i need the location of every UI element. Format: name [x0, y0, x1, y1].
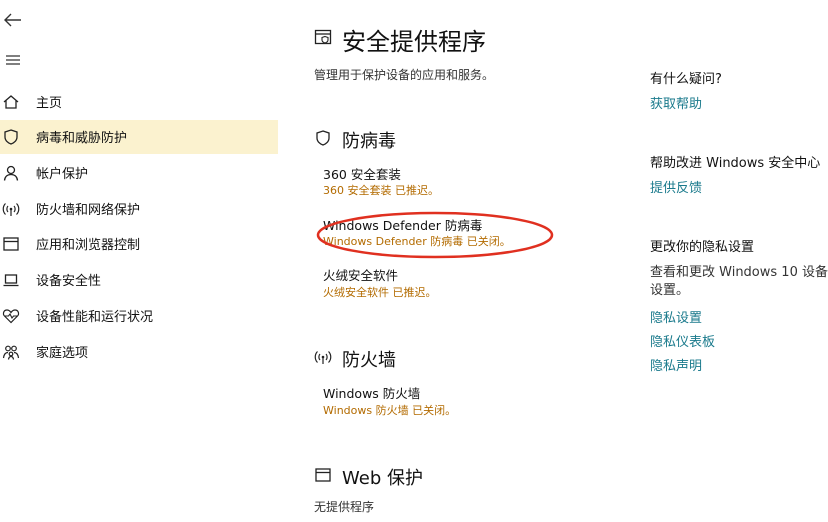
wifi-signal-icon	[314, 351, 332, 364]
privacy-text-line2: 设置。	[650, 283, 690, 298]
menu-button[interactable]	[2, 51, 24, 69]
provider-status: Windows 防火墙 已关闭。	[323, 404, 457, 417]
provider-status: 火绒安全软件 已推迟。	[323, 286, 437, 299]
provider-status: 360 安全套装 已推迟。	[323, 184, 439, 197]
provider-name: 360 安全套装	[323, 167, 401, 182]
home-icon	[3, 95, 19, 109]
give-feedback-link[interactable]: 提供反馈	[650, 177, 702, 196]
back-arrow-icon	[4, 13, 21, 27]
antivirus-section-title: 防病毒	[342, 131, 396, 152]
sidebar-item-device-security[interactable]: 设备安全性	[0, 263, 278, 297]
sidebar-item-label: 主页	[36, 96, 63, 111]
provider-name: 火绒安全软件	[323, 268, 399, 283]
web-protection-section-title: Web 保护	[342, 468, 423, 489]
privacy-statement-link[interactable]: 隐私声明	[650, 355, 702, 374]
sidebar-item-home[interactable]: 主页	[0, 85, 278, 119]
privacy-dashboard-link[interactable]: 隐私仪表板	[650, 331, 715, 350]
get-help-link[interactable]: 获取帮助	[650, 93, 702, 112]
wifi-signal-icon	[2, 203, 20, 216]
sidebar-item-label: 应用和浏览器控制	[36, 238, 141, 253]
sidebar-item-label: 设备安全性	[36, 274, 102, 289]
privacy-heading: 更改你的隐私设置	[650, 240, 755, 255]
shield-icon	[316, 130, 330, 146]
laptop-icon	[3, 274, 19, 287]
sidebar-item-label: 防火墙和网络保护	[36, 203, 141, 218]
page-subtitle: 管理用于保护设备的应用和服务。	[314, 68, 495, 82]
app-window-icon	[3, 237, 19, 251]
questions-heading: 有什么疑问?	[650, 72, 722, 87]
sidebar-item-virus-protection[interactable]: 病毒和威胁防护	[0, 120, 278, 154]
sidebar-item-label: 设备性能和运行状况	[36, 310, 154, 325]
sidebar-item-app-browser-control[interactable]: 应用和浏览器控制	[0, 227, 278, 261]
security-providers-icon	[314, 29, 332, 45]
sidebar-item-account-protection[interactable]: 帐户保护	[0, 156, 278, 190]
family-icon	[2, 345, 20, 360]
back-button[interactable]	[2, 10, 24, 30]
privacy-text-line1: 查看和更改 Windows 10 设备的隐私	[650, 265, 828, 280]
sidebar-item-device-performance[interactable]: 设备性能和运行状况	[0, 299, 278, 333]
firewall-section-title: 防火墙	[342, 350, 396, 371]
heart-pulse-icon	[2, 309, 20, 324]
sidebar-item-firewall[interactable]: 防火墙和网络保护	[0, 192, 278, 226]
hamburger-menu-icon	[6, 55, 20, 65]
sidebar-item-family-options[interactable]: 家庭选项	[0, 335, 278, 369]
annotation-ellipse	[316, 211, 554, 259]
sidebar-item-label: 帐户保护	[36, 167, 89, 182]
shield-icon	[4, 129, 18, 145]
person-icon	[3, 165, 19, 181]
page-title: 安全提供程序	[342, 28, 486, 56]
privacy-settings-link[interactable]: 隐私设置	[650, 307, 702, 326]
provider-name: Windows 防火墙	[323, 386, 421, 401]
improve-heading: 帮助改进 Windows 安全中心	[650, 156, 821, 171]
sidebar-item-label: 家庭选项	[36, 346, 89, 361]
app-window-icon	[315, 468, 331, 482]
web-protection-text: 无提供程序	[314, 500, 375, 514]
sidebar-item-label: 病毒和威胁防护	[36, 131, 128, 146]
